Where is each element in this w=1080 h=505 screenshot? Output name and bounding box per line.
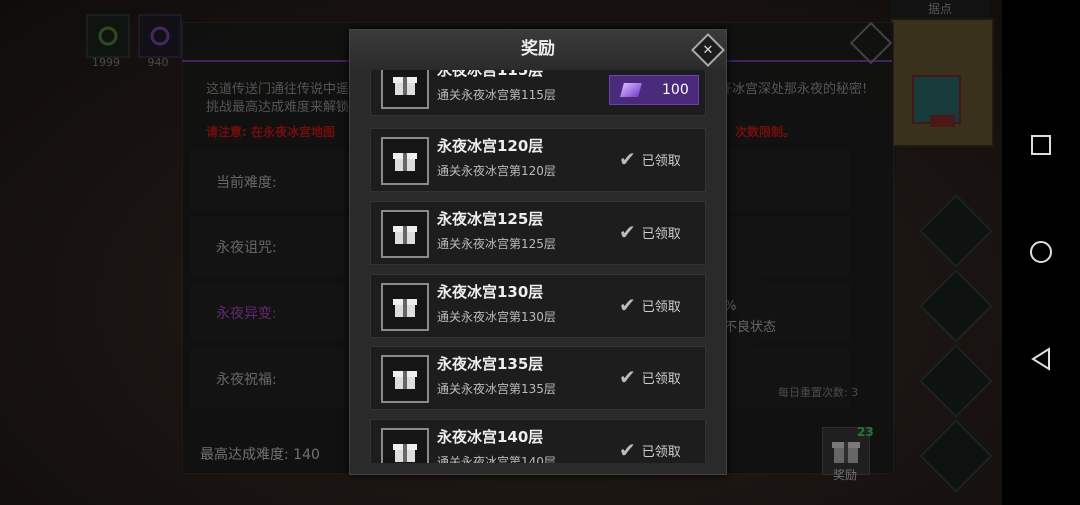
gift-icon xyxy=(381,137,429,185)
item-subtitle: 通关永夜冰宫第135层 xyxy=(437,382,556,396)
item-subtitle: 通关永夜冰宫第115层 xyxy=(437,88,556,102)
checkmark-icon: ✔ xyxy=(619,365,636,389)
item-title: 永夜冰宫125层 xyxy=(437,210,544,228)
checkmark-icon: ✔ xyxy=(619,293,636,317)
list-item: 永夜冰宫125层 通关永夜冰宫第125层 ✔ 已领取 xyxy=(370,201,706,265)
claimed-status: ✔ 已领取 xyxy=(619,147,681,171)
gift-icon xyxy=(381,355,429,403)
gem-icon xyxy=(620,83,642,97)
home-button[interactable] xyxy=(1029,240,1053,264)
claimed-status: ✔ 已领取 xyxy=(619,220,681,244)
checkmark-icon: ✔ xyxy=(619,147,636,171)
recent-apps-button[interactable] xyxy=(1029,133,1053,157)
list-item: 永夜冰宫140层 通关永夜冰宫第140层 ✔ 已领取 xyxy=(370,419,706,463)
item-title: 永夜冰宫135层 xyxy=(437,355,544,373)
claimed-status: ✔ 已领取 xyxy=(619,438,681,462)
reward-list[interactable]: 永夜冰宫115层 通关永夜冰宫第115层 100 永夜冰宫120层 通关永夜冰宫… xyxy=(350,70,726,463)
claimed-status: ✔ 已领取 xyxy=(619,293,681,317)
triangle-back-icon xyxy=(1031,347,1050,371)
claimed-status: ✔ 已领取 xyxy=(619,365,681,389)
item-subtitle: 通关永夜冰宫第140层 xyxy=(437,455,556,463)
item-title: 永夜冰宫120层 xyxy=(437,137,544,155)
gift-icon xyxy=(381,70,429,109)
system-nav-bar xyxy=(1002,0,1080,505)
gift-icon xyxy=(381,283,429,331)
square-icon xyxy=(1031,135,1051,155)
item-subtitle: 通关永夜冰宫第125层 xyxy=(437,237,556,251)
gem-value: 100 xyxy=(662,82,689,98)
modal-title: 奖励 xyxy=(521,39,555,59)
item-subtitle: 通关永夜冰宫第130层 xyxy=(437,310,556,324)
checkmark-icon: ✔ xyxy=(619,220,636,244)
list-item: 永夜冰宫120层 通关永夜冰宫第120层 ✔ 已领取 xyxy=(370,128,706,192)
item-subtitle: 通关永夜冰宫第120层 xyxy=(437,164,556,178)
reward-modal: 奖励 ✕ 永夜冰宫115层 通关永夜冰宫第115层 100 永夜冰宫120层 通… xyxy=(349,29,727,475)
item-title: 永夜冰宫130层 xyxy=(437,283,544,301)
checkmark-icon: ✔ xyxy=(619,438,636,462)
list-item: 永夜冰宫130层 通关永夜冰宫第130层 ✔ 已领取 xyxy=(370,274,706,338)
item-title: 永夜冰宫115层 xyxy=(437,70,544,79)
list-item: 永夜冰宫135层 通关永夜冰宫第135层 ✔ 已领取 xyxy=(370,346,706,410)
list-item: 永夜冰宫115层 通关永夜冰宫第115层 100 xyxy=(370,70,706,116)
gift-icon xyxy=(381,428,429,463)
gift-icon xyxy=(381,210,429,258)
modal-header: 奖励 xyxy=(350,30,726,68)
item-title: 永夜冰宫140层 xyxy=(437,428,544,446)
back-button[interactable] xyxy=(1029,347,1053,371)
close-icon: ✕ xyxy=(702,42,714,58)
claim-button[interactable]: 100 xyxy=(609,75,699,105)
circle-icon xyxy=(1030,241,1052,263)
